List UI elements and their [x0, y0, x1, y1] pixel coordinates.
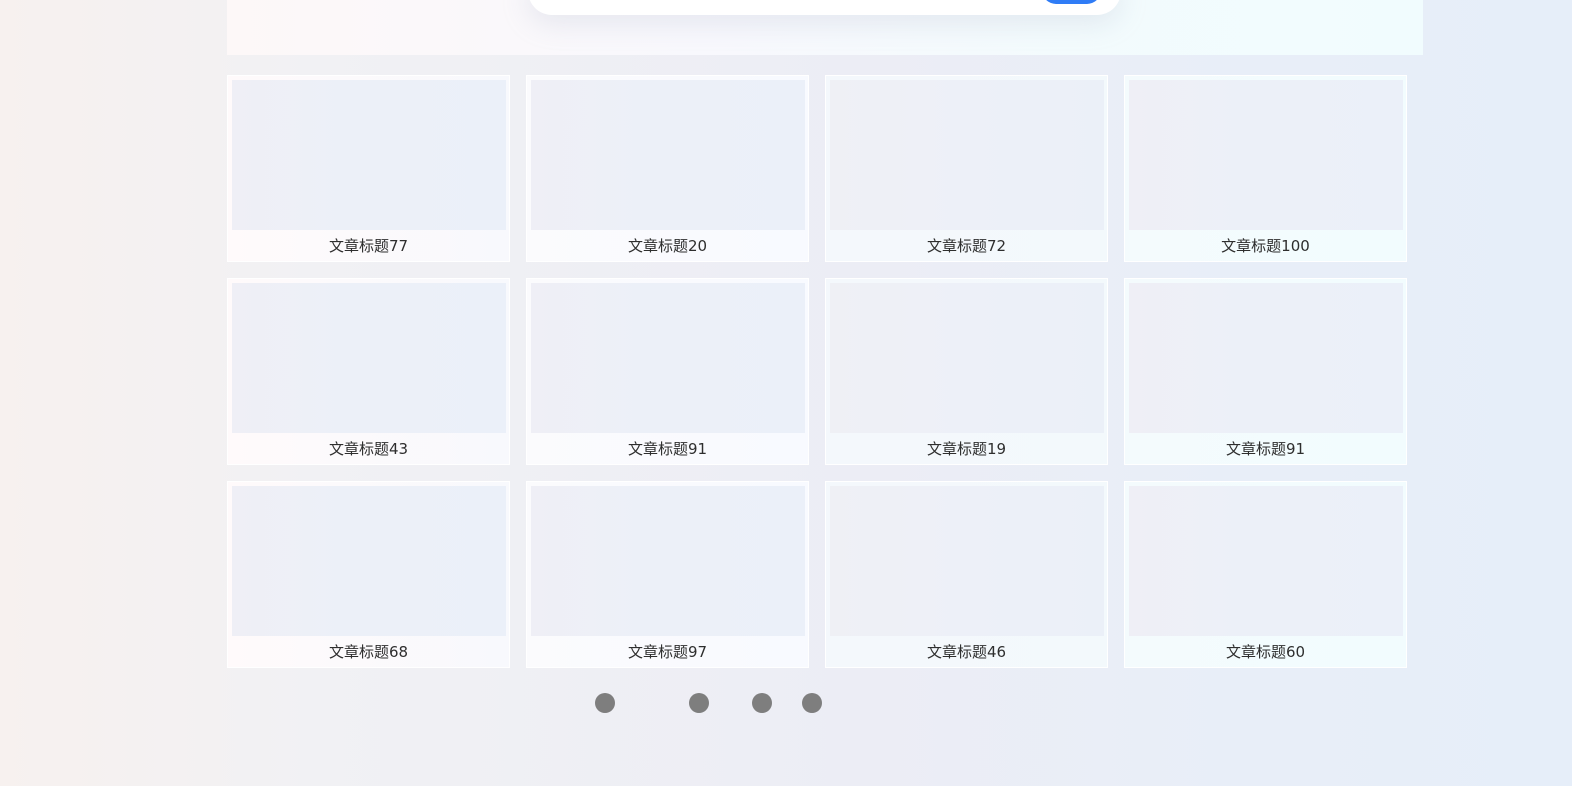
article-title[interactable]: 文章标题19 — [826, 439, 1107, 459]
search-bar[interactable] — [528, 0, 1121, 15]
article-title[interactable]: 文章标题91 — [1125, 439, 1406, 459]
article-card-9[interactable]: 文章标题68 — [227, 481, 510, 668]
article-thumbnail[interactable] — [830, 283, 1104, 433]
article-thumbnail[interactable] — [232, 486, 506, 636]
article-thumbnail[interactable] — [531, 283, 805, 433]
article-title[interactable]: 文章标题20 — [527, 236, 808, 256]
article-title[interactable]: 文章标题46 — [826, 642, 1107, 662]
article-card-7[interactable]: 文章标题19 — [825, 278, 1108, 465]
pagination-dot[interactable] — [802, 693, 822, 713]
article-title[interactable]: 文章标题100 — [1125, 236, 1406, 256]
article-card-3[interactable]: 文章标题72 — [825, 75, 1108, 262]
article-card-11[interactable]: 文章标题46 — [825, 481, 1108, 668]
article-card-1[interactable]: 文章标题77 — [227, 75, 510, 262]
article-title[interactable]: 文章标题91 — [527, 439, 808, 459]
article-title[interactable]: 文章标题68 — [228, 642, 509, 662]
pagination-dot[interactable] — [752, 693, 772, 713]
article-thumbnail[interactable] — [232, 283, 506, 433]
article-title[interactable]: 文章标题77 — [228, 236, 509, 256]
article-grid: 文章标题77 文章标题20 文章标题72 文章标题100 文章标题43 文章标题… — [227, 75, 1408, 668]
article-card-5[interactable]: 文章标题43 — [227, 278, 510, 465]
article-thumbnail[interactable] — [830, 486, 1104, 636]
article-thumbnail[interactable] — [531, 80, 805, 230]
pagination-dot[interactable] — [595, 693, 615, 713]
article-title[interactable]: 文章标题97 — [527, 642, 808, 662]
article-card-6[interactable]: 文章标题91 — [526, 278, 809, 465]
pagination — [0, 693, 1572, 713]
article-title[interactable]: 文章标题60 — [1125, 642, 1406, 662]
article-card-2[interactable]: 文章标题20 — [526, 75, 809, 262]
article-title[interactable]: 文章标题72 — [826, 236, 1107, 256]
article-card-4[interactable]: 文章标题100 — [1124, 75, 1407, 262]
article-card-8[interactable]: 文章标题91 — [1124, 278, 1407, 465]
article-thumbnail[interactable] — [1129, 283, 1403, 433]
article-thumbnail[interactable] — [830, 80, 1104, 230]
search-button[interactable] — [1042, 0, 1101, 4]
article-card-10[interactable]: 文章标题97 — [526, 481, 809, 668]
article-thumbnail[interactable] — [531, 486, 805, 636]
article-thumbnail[interactable] — [232, 80, 506, 230]
article-title[interactable]: 文章标题43 — [228, 439, 509, 459]
article-thumbnail[interactable] — [1129, 486, 1403, 636]
article-thumbnail[interactable] — [1129, 80, 1403, 230]
top-panel — [227, 0, 1423, 55]
article-card-12[interactable]: 文章标题60 — [1124, 481, 1407, 668]
pagination-dot[interactable] — [689, 693, 709, 713]
